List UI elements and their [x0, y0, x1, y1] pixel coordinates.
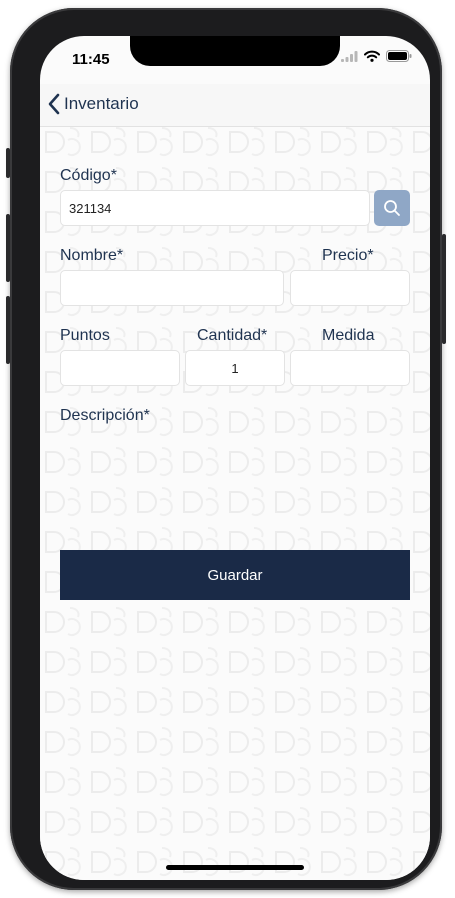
cantidad-input[interactable]: 1: [185, 350, 285, 386]
signal-icon: [341, 50, 358, 62]
status-time: 11:45: [72, 51, 110, 68]
codigo-label: Código*: [60, 167, 117, 184]
status-bar: 11:45: [40, 36, 430, 86]
puntos-input[interactable]: [60, 350, 180, 386]
precio-label: Precio*: [322, 247, 374, 264]
app-screen: 11:45 Inventario Código* 321134 Nombre* …: [40, 36, 430, 880]
notch: [130, 36, 340, 66]
battery-icon: [386, 50, 412, 62]
volume-down-button: [6, 296, 10, 364]
home-indicator: [166, 865, 304, 870]
descripcion-label: Descripción*: [60, 407, 150, 424]
puntos-label: Puntos: [60, 327, 110, 344]
cantidad-label: Cantidad*: [197, 327, 268, 344]
phone-frame: 11:45 Inventario Código* 321134 Nombre* …: [6, 8, 446, 890]
precio-input[interactable]: [290, 270, 410, 306]
chevron-left-icon: [48, 93, 60, 115]
save-button[interactable]: Guardar: [60, 550, 410, 600]
status-icons: [341, 50, 412, 62]
medida-label: Medida: [322, 327, 375, 344]
power-button: [442, 234, 446, 344]
back-button[interactable]: Inventario: [46, 92, 139, 116]
back-label: Inventario: [64, 94, 139, 113]
mute-switch: [6, 148, 10, 178]
volume-up-button: [6, 214, 10, 282]
search-button[interactable]: [374, 190, 410, 226]
nombre-input[interactable]: [60, 270, 284, 306]
descripcion-textarea[interactable]: [60, 432, 410, 522]
medida-input[interactable]: [290, 350, 410, 386]
wifi-icon: [364, 50, 380, 62]
nombre-label: Nombre*: [60, 247, 124, 264]
search-icon: [384, 200, 400, 216]
codigo-input[interactable]: 321134: [60, 190, 370, 226]
navigation-bar: Inventario: [40, 84, 430, 127]
